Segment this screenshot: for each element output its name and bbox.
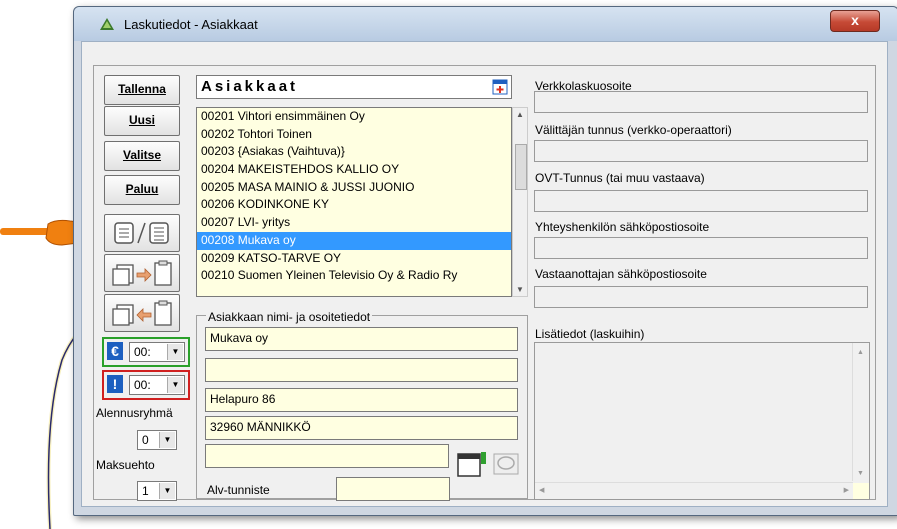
toggle-view-button[interactable] bbox=[104, 214, 180, 252]
customer-list[interactable]: 00201 Vihtori ensimmäinen Oy 00202 Tohtor… bbox=[196, 107, 512, 297]
list-item[interactable]: 00209 KATSO-TARVE OY bbox=[197, 250, 511, 268]
close-button[interactable]: x bbox=[830, 10, 880, 32]
scroll-thumb[interactable] bbox=[515, 144, 527, 190]
contact-email-field[interactable] bbox=[534, 237, 868, 259]
list-item[interactable]: 00204 MAKEISTEHDOS KALLIO OY bbox=[197, 161, 511, 179]
list-item[interactable]: 00207 LVI- yritys bbox=[197, 214, 511, 232]
window-title: Laskutiedot - Asiakkaat bbox=[124, 17, 258, 32]
copy-right-icon bbox=[112, 260, 172, 286]
copy-to-clipboard-button[interactable] bbox=[104, 254, 180, 292]
exclamation-icon: ! bbox=[107, 375, 123, 393]
scroll-down-icon[interactable]: ▼ bbox=[516, 285, 524, 294]
chevron-down-icon: ▼ bbox=[159, 432, 175, 448]
new-document-icon[interactable] bbox=[454, 450, 490, 478]
scroll-corner bbox=[853, 483, 869, 499]
vat-label: Alv-tunniste bbox=[207, 483, 270, 497]
chat-icon[interactable] bbox=[490, 450, 522, 478]
scroll-up-icon[interactable]: ▲ bbox=[516, 110, 524, 119]
new-button[interactable]: Uusi bbox=[104, 106, 180, 136]
customer-list-scrollbar[interactable]: ▲ ▼ bbox=[512, 107, 528, 297]
priority-value: 00: bbox=[134, 378, 151, 392]
vat-field[interactable] bbox=[336, 477, 450, 501]
additional-info-textarea[interactable]: ▲ ▼ ◀ ▶ bbox=[534, 342, 870, 500]
scroll-right-icon[interactable]: ▶ bbox=[844, 486, 849, 494]
additional-info-hscroll[interactable]: ◀ ▶ bbox=[535, 482, 853, 499]
address-line2-field[interactable] bbox=[205, 358, 518, 382]
additional-info-vscroll[interactable]: ▲ ▼ bbox=[852, 343, 869, 481]
currency-select[interactable]: 00: ▼ bbox=[129, 342, 185, 362]
discount-group-label: Alennusryhmä bbox=[96, 406, 173, 420]
discount-group-select[interactable]: 0 ▼ bbox=[137, 430, 177, 450]
save-button[interactable]: Tallenna bbox=[104, 75, 180, 105]
payment-term-label: Maksuehto bbox=[96, 458, 155, 472]
customer-list-title: Asiakkaat bbox=[201, 78, 299, 95]
ovt-id-field[interactable] bbox=[534, 190, 868, 212]
title-bar: Laskutiedot - Asiakkaat x bbox=[74, 7, 897, 41]
payment-term-select[interactable]: 1 ▼ bbox=[137, 481, 177, 501]
list-card-toggle-icon bbox=[114, 222, 169, 244]
chevron-down-icon: ▼ bbox=[159, 483, 175, 499]
back-button[interactable]: Paluu bbox=[104, 175, 180, 205]
additional-info-label: Lisätiedot (laskuihin) bbox=[535, 327, 645, 341]
address-line4-field[interactable]: 32960 MÄNNIKKÖ bbox=[205, 416, 518, 440]
address-line5-field[interactable] bbox=[205, 444, 449, 468]
new-button-label: Uusi bbox=[128, 113, 155, 127]
address-group-label: Asiakkaan nimi- ja osoitetiedot bbox=[206, 310, 373, 324]
list-item[interactable]: 00205 MASA MAINIO & JUSSI JUONIO bbox=[197, 179, 511, 197]
list-item[interactable]: 00206 KODINKONE KY bbox=[197, 196, 511, 214]
scroll-up-icon[interactable]: ▲ bbox=[857, 349, 864, 356]
back-button-label: Paluu bbox=[125, 182, 159, 196]
address-line3-field[interactable]: Helapuro 86 bbox=[205, 388, 518, 412]
app-leaf-icon bbox=[100, 18, 114, 30]
ovt-id-label: OVT-Tunnus (tai muu vastaava) bbox=[535, 171, 705, 185]
chevron-down-icon: ▼ bbox=[167, 344, 183, 360]
contact-email-label: Yhteyshenkilön sähköpostiosoite bbox=[535, 220, 710, 234]
recipient-email-field[interactable] bbox=[534, 286, 868, 308]
chevron-down-icon: ▼ bbox=[167, 377, 183, 393]
customer-list-header: Asiakkaat bbox=[196, 75, 512, 99]
list-item[interactable]: 00202 Tohtori Toinen bbox=[197, 126, 511, 144]
euro-icon: € bbox=[107, 342, 123, 360]
list-item[interactable]: 00203 {Asiakas (Vaihtuva)} bbox=[197, 143, 511, 161]
list-item[interactable]: 00210 Suomen Yleinen Televisio Oy & Radi… bbox=[197, 267, 511, 285]
address-line1-field[interactable]: Mukava oy bbox=[205, 327, 518, 351]
copy-left-icon bbox=[112, 300, 172, 326]
select-button[interactable]: Valitse bbox=[104, 141, 180, 171]
e-invoice-address-field[interactable] bbox=[534, 91, 868, 113]
discount-group-value: 0 bbox=[142, 433, 149, 447]
scroll-down-icon[interactable]: ▼ bbox=[857, 470, 864, 477]
save-button-label: Tallenna bbox=[118, 82, 166, 96]
intermediary-id-field[interactable] bbox=[534, 140, 868, 162]
recipient-email-label: Vastaanottajan sähköpostiosoite bbox=[535, 267, 707, 281]
select-button-label: Valitse bbox=[122, 148, 162, 162]
paste-from-clipboard-button[interactable] bbox=[104, 294, 180, 332]
currency-value: 00: bbox=[134, 345, 151, 359]
priority-select[interactable]: 00: ▼ bbox=[129, 375, 185, 395]
payment-term-value: 1 bbox=[142, 484, 149, 498]
intermediary-id-label: Välittäjän tunnus (verkko-operaattori) bbox=[535, 123, 732, 137]
list-item[interactable]: 00208 Mukava oy bbox=[197, 231, 511, 250]
scroll-left-icon[interactable]: ◀ bbox=[539, 486, 544, 494]
list-item[interactable]: 00201 Vihtori ensimmäinen Oy bbox=[197, 108, 511, 126]
add-customer-icon[interactable] bbox=[491, 78, 509, 96]
